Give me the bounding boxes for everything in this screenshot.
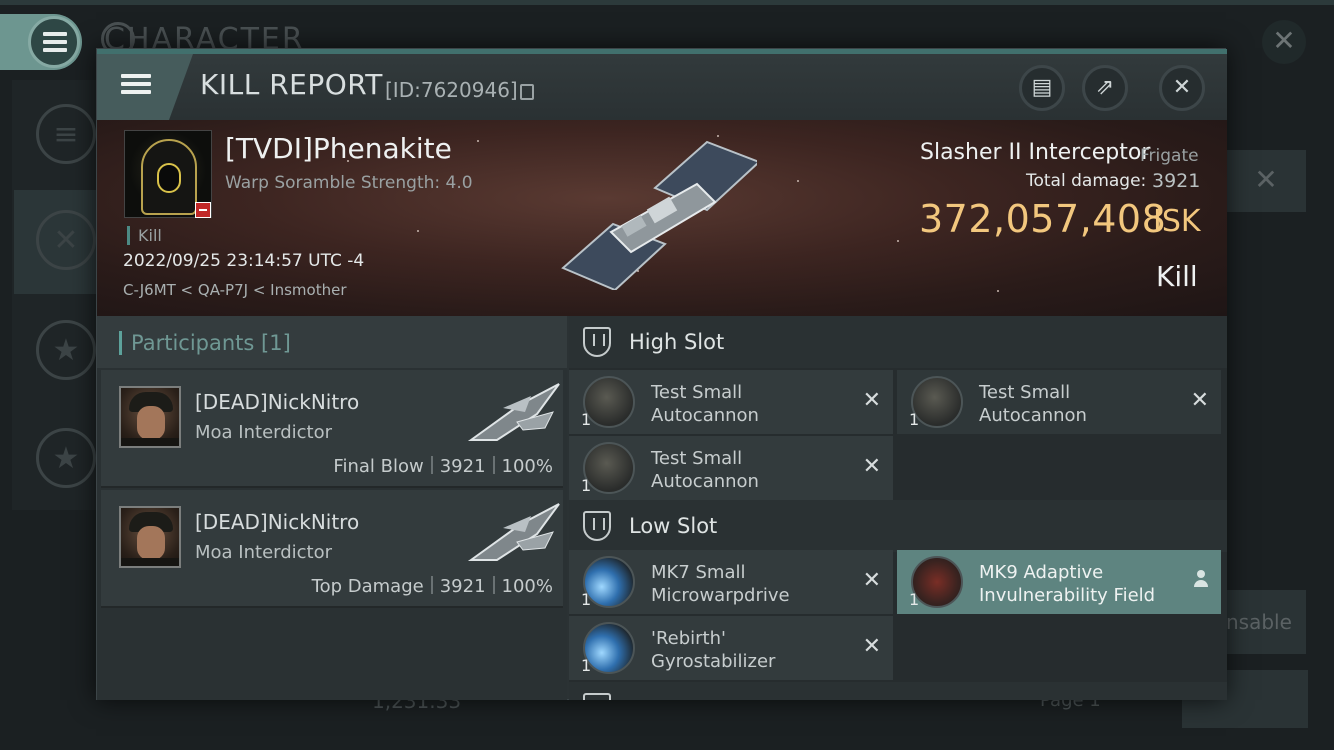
isk-value: 372,057,408	[919, 197, 1167, 241]
mid-slot-icon	[583, 693, 611, 700]
victim-ship-image[interactable]	[557, 140, 757, 290]
module-item[interactable]: 1 Test Small Autocannon ✕	[569, 370, 893, 434]
kill-datetime: 2022/09/25 23:14:57 UTC -4	[123, 251, 365, 271]
destroyed-icon: ✕	[862, 388, 881, 413]
participants-title: Participants [1]	[131, 331, 291, 355]
close-icon[interactable]: ✕	[1159, 65, 1205, 111]
high-slot-title: High Slot	[629, 330, 725, 354]
hostile-tag-icon	[195, 202, 211, 218]
isk-unit: ISK	[1153, 204, 1201, 239]
victim-status: Kill	[127, 226, 162, 245]
victim-ship-class: Frigate	[1140, 146, 1199, 166]
total-damage-value: 3921	[1152, 170, 1201, 192]
participant-stats: Top Damage 3921 100%	[312, 576, 553, 597]
module-name: MK9 Adaptive Invulnerability Field	[979, 562, 1156, 606]
clipboard-icon[interactable]: ▤	[1019, 65, 1065, 111]
participant-ship-image	[467, 503, 560, 561]
module-name: MK7 Small Microwarpdrive	[651, 562, 790, 606]
menu-icon	[28, 16, 80, 68]
low-slot-title: Low Slot	[629, 514, 718, 538]
low-slot-header: Low Slot	[569, 500, 1227, 552]
participants-panel: Participants [1] [DEAD]NickNitro Moa Int…	[97, 316, 567, 700]
participant-role: Top Damage	[311, 576, 424, 597]
swords-icon[interactable]: ✕	[36, 210, 96, 270]
module-name: Test Small Autocannon	[979, 382, 1087, 426]
participants-header: Participants [1]	[97, 316, 567, 368]
dialog-menu-button[interactable]	[97, 54, 193, 120]
dialog-title: KILL REPORT	[200, 68, 383, 101]
module-item[interactable]: 1 Test Small Autocannon ✕	[569, 436, 893, 500]
module-quantity: 1	[909, 410, 920, 429]
module-item-selected[interactable]: 1 MK9 Adaptive Invulnerability Field	[897, 550, 1221, 614]
share-icon[interactable]: ⇗	[1082, 65, 1128, 111]
participant-ship: Moa Interdictor	[195, 422, 333, 443]
main-menu-button[interactable]	[0, 14, 82, 70]
module-item[interactable]: 1 MK7 Small Microwarpdrive ✕	[569, 550, 893, 614]
kill-result: Kill	[1156, 260, 1198, 293]
background-top-line	[0, 0, 1334, 5]
list-icon[interactable]: ≡	[36, 104, 96, 164]
participant-stats: Final Blow 3921 100%	[333, 456, 553, 477]
module-quantity: 1	[581, 656, 592, 675]
module-quantity: 1	[909, 590, 920, 609]
person-icon	[1193, 570, 1209, 588]
kill-id: [ID:7620946]	[385, 78, 518, 102]
background-right-button-label: nsable	[1226, 610, 1292, 634]
background-close-icon[interactable]: ✕	[1262, 20, 1306, 64]
high-slot-icon	[583, 327, 611, 357]
total-damage-label: Total damage:	[1026, 171, 1147, 191]
destroyed-icon: ✕	[862, 568, 881, 593]
dialog-header: KILL REPORT [ID:7620946] ▤ ⇗ ✕	[97, 54, 1227, 120]
participant-damage: 3921	[439, 576, 486, 597]
destroyed-icon: ✕	[862, 634, 881, 659]
participant-ship-image	[467, 383, 560, 441]
module-name: Test Small Autocannon	[651, 382, 759, 426]
star-laurel-icon[interactable]: ★	[36, 428, 96, 488]
module-name: Test Small Autocannon	[651, 448, 759, 492]
participant-name: [DEAD]NickNitro	[195, 390, 360, 414]
background-right-button[interactable]: nsable	[1226, 590, 1306, 654]
module-item[interactable]: 1 'Rebirth' Gyrostabilizer ✕	[569, 616, 893, 680]
kill-location[interactable]: C-J6MT < QA-P7J < Insmother	[123, 281, 346, 299]
participant-role: Final Blow	[333, 456, 424, 477]
mid-slot-header	[569, 682, 1227, 700]
tools-icon[interactable]: ✕	[1226, 150, 1306, 212]
destroyed-icon: ✕	[1190, 388, 1209, 413]
participant-portrait[interactable]	[119, 506, 181, 568]
victim-name[interactable]: [TVDI]Phenakite	[225, 132, 452, 165]
participant-name: [DEAD]NickNitro	[195, 510, 360, 534]
module-quantity: 1	[581, 590, 592, 609]
participant-portrait[interactable]	[119, 386, 181, 448]
menu-icon	[121, 74, 151, 98]
victim-banner: [TVDI]Phenakite Warp Soramble Strength: …	[97, 120, 1227, 316]
participant-row[interactable]: [DEAD]NickNitro Moa Interdictor Top Dama…	[101, 490, 563, 608]
participant-ship: Moa Interdictor	[195, 542, 333, 563]
low-slot-icon	[583, 511, 611, 541]
kill-report-dialog: KILL REPORT [ID:7620946] ▤ ⇗ ✕ [TVDI]Phe…	[96, 48, 1227, 700]
victim-ship-name[interactable]: Slasher II Interceptor	[920, 140, 1150, 165]
module-name: 'Rebirth' Gyrostabilizer	[651, 628, 776, 672]
high-slot-header: High Slot	[569, 316, 1227, 368]
participant-row[interactable]: [DEAD]NickNitro Moa Interdictor Final Bl…	[101, 370, 563, 488]
participant-percent: 100%	[501, 456, 553, 477]
module-quantity: 1	[581, 410, 592, 429]
copy-icon[interactable]	[520, 84, 534, 100]
victim-subtitle: Warp Soramble Strength: 4.0	[225, 173, 473, 193]
module-item[interactable]: 1 Test Small Autocannon ✕	[897, 370, 1221, 434]
star-badge-icon[interactable]: ★	[36, 320, 96, 380]
destroyed-icon: ✕	[862, 454, 881, 479]
participant-percent: 100%	[501, 576, 553, 597]
module-quantity: 1	[581, 476, 592, 495]
participant-damage: 3921	[439, 456, 486, 477]
fitting-panel: High Slot 1 Test Small Autocannon ✕ 1 Tes…	[569, 316, 1227, 700]
